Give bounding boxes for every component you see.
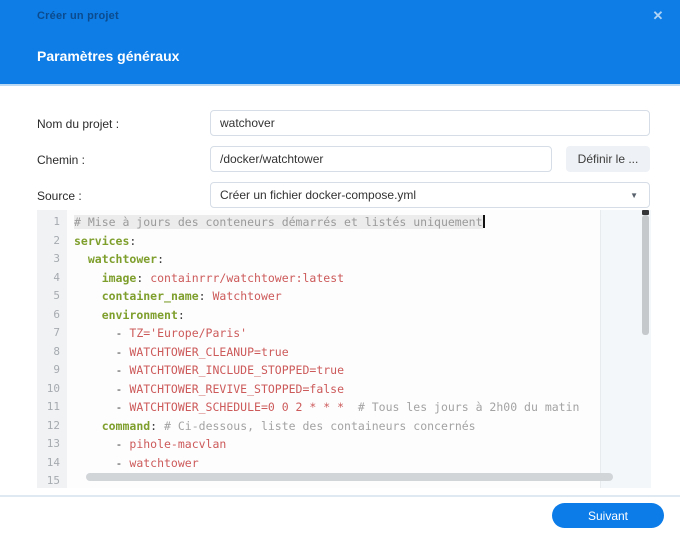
- line-number: 11: [37, 398, 67, 417]
- code-line-text: - watchtower: [74, 455, 199, 470]
- line-number: 13: [37, 435, 67, 454]
- code-line-text: - WATCHTOWER_CLEANUP=true: [74, 344, 289, 359]
- code-line-text: command: # Ci-dessous, liste des contain…: [101, 418, 476, 433]
- source-dropdown-value: Créer un fichier docker-compose.yml: [220, 188, 417, 202]
- code-line[interactable]: 11 - WATCHTOWER_SCHEDULE=0 0 2 * * * # T…: [37, 398, 651, 417]
- code-line-text: environment:: [101, 307, 185, 322]
- line-number: 7: [37, 324, 67, 343]
- code-line[interactable]: 10 - WATCHTOWER_REVIVE_STOPPED=false: [37, 379, 651, 399]
- path-input[interactable]: [210, 146, 552, 172]
- source-label: Source :: [37, 189, 82, 203]
- code-line[interactable]: 4 image: containrrr/watchtower:latest: [37, 268, 651, 288]
- line-number: 3: [37, 250, 67, 269]
- line-number: 8: [37, 342, 67, 362]
- line-number: 1: [37, 213, 67, 232]
- dialog-header: Créer un projet ✕ Paramètres généraux: [0, 0, 680, 86]
- dialog-title: Créer un projet: [37, 10, 119, 22]
- line-number: 14: [37, 453, 67, 473]
- create-project-dialog: Créer un projet ✕ Paramètres généraux No…: [0, 0, 680, 535]
- code-line[interactable]: 14 - watchtower: [37, 453, 651, 473]
- line-number: 12: [37, 416, 67, 436]
- code-line[interactable]: 9 - WATCHTOWER_INCLUDE_STOPPED=true: [37, 361, 651, 380]
- close-icon[interactable]: ✕: [649, 7, 667, 25]
- section-title: Paramètres généraux: [37, 48, 180, 64]
- code-line-text: - pihole-macvlan: [74, 437, 227, 452]
- next-button[interactable]: Suivant: [552, 503, 664, 528]
- code-line[interactable]: 5 container_name: Watchtower: [37, 287, 651, 306]
- code-line-text: - WATCHTOWER_INCLUDE_STOPPED=true: [74, 363, 345, 378]
- code-line[interactable]: 3 watchtower:: [37, 250, 651, 269]
- line-number: 4: [37, 268, 67, 288]
- text-cursor: [482, 215, 485, 228]
- line-number: 10: [37, 379, 67, 399]
- editor-horizontal-scrollbar[interactable]: [86, 473, 613, 481]
- code-line[interactable]: 2 services:: [37, 231, 651, 251]
- editor-vertical-scrollbar[interactable]: [642, 215, 649, 335]
- line-number: 15: [37, 472, 67, 488]
- code-line-text: image: containrrr/watchtower:latest: [101, 270, 345, 285]
- code-line[interactable]: 6 environment:: [37, 305, 651, 325]
- line-number: 5: [37, 287, 67, 306]
- compose-code-editor[interactable]: 1 # Mise à jours des conteneurs démarrés …: [37, 210, 651, 488]
- project-name-label: Nom du projet :: [37, 117, 120, 131]
- code-line-text: - WATCHTOWER_REVIVE_STOPPED=false: [74, 381, 345, 396]
- code-line[interactable]: 7 - TZ='Europe/Paris': [37, 324, 651, 343]
- line-number: 6: [37, 305, 67, 325]
- footer-divider: [0, 495, 680, 497]
- line-number: 9: [37, 361, 67, 380]
- code-editor-lines: 1 # Mise à jours des conteneurs démarrés …: [37, 213, 651, 488]
- code-line-text: - WATCHTOWER_SCHEDULE=0 0 2 * * * # Tous…: [74, 400, 580, 415]
- code-line-text: # Mise à jours des conteneurs démarrés e…: [74, 215, 485, 229]
- code-line[interactable]: 13 - pihole-macvlan: [37, 435, 651, 454]
- chevron-down-icon: ▼: [630, 191, 638, 200]
- code-line-text: watchtower:: [87, 252, 165, 267]
- code-line[interactable]: 12 command: # Ci-dessous, liste des cont…: [37, 416, 651, 436]
- project-name-input[interactable]: [210, 110, 650, 136]
- code-line-text: - TZ='Europe/Paris': [74, 326, 248, 341]
- code-line[interactable]: 1 # Mise à jours des conteneurs démarrés …: [37, 213, 651, 232]
- line-number: 2: [37, 231, 67, 251]
- set-path-button[interactable]: Définir le ...: [566, 146, 650, 172]
- code-line[interactable]: 8 - WATCHTOWER_CLEANUP=true: [37, 342, 651, 362]
- source-dropdown[interactable]: Créer un fichier docker-compose.yml ▼: [210, 182, 650, 208]
- code-line-text: services:: [74, 233, 137, 248]
- code-line-text: container_name: Watchtower: [101, 289, 282, 304]
- path-label: Chemin :: [37, 153, 86, 167]
